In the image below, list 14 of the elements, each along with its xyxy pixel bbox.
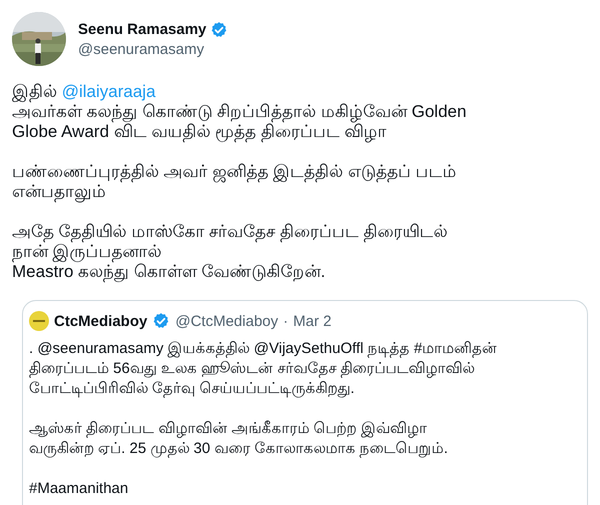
quoted-paragraph: #Maamanithan — [29, 479, 130, 499]
separator-dot: · — [283, 312, 288, 330]
quoted-author-name[interactable]: CtcMediaboy — [54, 312, 148, 330]
quoted-paragraph: ஆஸ்கர் திரைப்பட விழாவின் அங்கீகாரம் பெற்ற இவ்விழா வருகின்ற ஏப். 25 முதல் 30 வரை கோலாகலமாக நடைபெறும். — [29, 419, 449, 459]
quoted-tweet-card[interactable] — [22, 300, 588, 505]
tweet-paragraph: அதே தேதியில் மாஸ்கோ சர்வதேச திரைப்பட திரையிடல் நான் இருப்பதனால் Meastro கலந்து கொள்ள வேண்டுகிறேன். — [12, 222, 449, 282]
author-name[interactable]: Seenu Ramasamy — [78, 21, 206, 38]
tweet-paragraph: இதில் @ilaiyaraaja அவர்கள் கலந்து கொண்டு சிறப்பித்தால் மகிழ்வேன் Golden Globe Award விட வயதில் மூத்த திரைப்பட விழா — [12, 82, 468, 142]
quoted-paragraph: . @seenuramasamy இயக்கத்தில் @VijaySethuOffl நடித்த #மாமனிதன் திரைப்படம் 56வது உலக ஹூஸ்டன் சர்வதேச திரைப்படவிழாவில் போட்டிப்பிரிவில் தேர்வு செய்யப்பட்டிருக்கிறது. — [29, 339, 498, 399]
author-handle[interactable]: @seenuramasamy — [78, 40, 228, 58]
logo-icon — [29, 311, 49, 331]
tweet-paragraph: பண்ணைப்புரத்தில் அவர் ஜனித்த இடத்தில் எடுத்தப் படம் என்பதாலும் — [12, 162, 458, 202]
quoted-author-handle[interactable]: @CtcMediaboy — [175, 312, 278, 330]
tweet-date[interactable]: Mar 2 — [293, 312, 332, 330]
